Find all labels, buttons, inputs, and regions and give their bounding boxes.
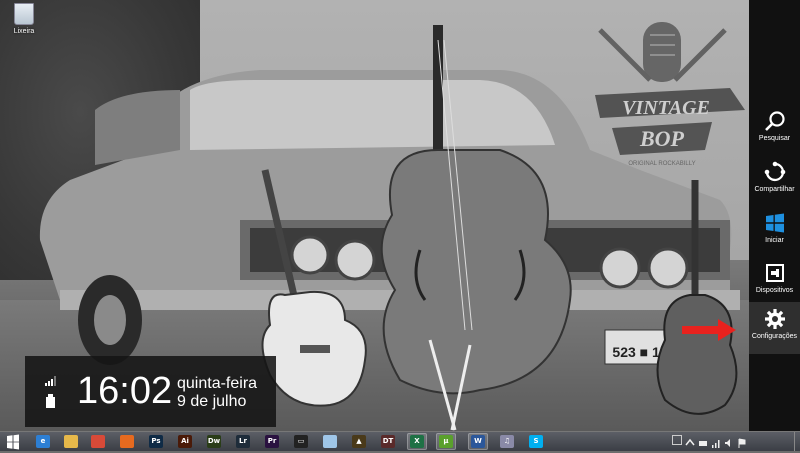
logo-sub: ORIGINAL ROCKABILLY [628,161,695,167]
desktop-icon-recycle-bin[interactable]: Lixeira [8,3,40,35]
photoshop-icon: Ps [149,435,163,448]
taskbar-app-itunes[interactable]: ♫ [497,433,517,450]
file-explorer-icon [64,435,78,448]
charm-share-label: Compartilhar [754,186,795,193]
tray-network-icon[interactable] [711,435,721,448]
taskbar-app-excel[interactable]: X [407,433,427,450]
taskbar-app-lightroom[interactable]: Lr [233,433,253,450]
tray-grid-icon[interactable] [672,435,682,445]
taskbar-app-file-explorer[interactable] [61,433,81,450]
taskbar-app-internet-explorer[interactable]: e [33,433,53,450]
logo-line2: BOP [639,126,685,151]
firefox-icon [120,435,134,448]
media-player-icon: ▭ [294,435,308,448]
taskbar-app-word[interactable]: W [468,433,488,450]
skype-icon: S [529,435,543,448]
premiere-icon: Pr [265,435,279,448]
show-desktop-button[interactable] [794,432,800,451]
desktop-icon-label: Lixeira [13,28,35,35]
itunes-icon: ♫ [500,435,514,448]
red-pointer-arrow-icon [682,319,736,341]
recycle-bin-icon [14,3,34,25]
taskbar-app-notepad[interactable] [320,433,340,450]
charm-devices[interactable]: Dispositivos [749,256,800,308]
taskbar-app-premiere[interactable]: Pr [262,433,282,450]
excel-icon: X [410,435,424,448]
battery-plug-icon [46,394,55,408]
charm-start[interactable]: Iniciar [749,206,800,258]
taskbar: e Ps Ai Dw Lr Pr ▭ ▲ DT Xµ W ♫ S [0,431,800,451]
settings-gear-icon [764,309,785,329]
tray-flag-icon[interactable] [737,435,747,448]
taskbar-app-utorrent[interactable]: µ [436,433,456,450]
utorrent-icon: µ [439,435,453,448]
dreamweaver-icon: Dw [207,435,221,448]
internet-explorer-icon: e [36,435,50,448]
notepad-icon [323,435,337,448]
vlc-icon: ▲ [352,435,366,448]
charm-settings[interactable]: Configurações [749,302,800,354]
charm-search[interactable]: Pesquisar [749,104,800,156]
google-chrome-icon [91,435,105,448]
charm-start-label: Iniciar [765,237,784,244]
word-icon: W [471,435,485,448]
charm-share[interactable]: Compartilhar [749,155,800,207]
network-signal-icon [45,376,56,386]
taskbar-app-google-chrome[interactable] [88,433,108,450]
charms-bar: Pesquisar Compartilhar Iniciar Dispositi… [749,0,800,431]
taskbar-app-skype[interactable]: S [526,433,546,450]
logo-line1: VINTAGE [622,97,710,119]
charm-settings-label: Configurações [751,333,798,340]
windows-start-icon [765,213,784,233]
taskbar-app-firefox[interactable] [117,433,137,450]
lock-clock-panel: 16:02 quinta-feira 9 de julho [25,356,276,427]
share-icon [764,161,785,182]
windows-logo-icon[interactable] [2,434,24,450]
lightroom-icon: Lr [236,435,250,448]
taskbar-app-dreamweaver[interactable]: Dw [204,433,224,450]
clock-day: quinta-feira [177,375,258,392]
taskbar-app-vlc[interactable]: ▲ [349,433,369,450]
taskbar-app-media-player[interactable]: ▭ [291,433,311,450]
tray-volume-icon[interactable] [724,435,734,447]
daemon-tools-icon: DT [381,435,395,448]
clock-date: 9 de julho [177,393,247,410]
charm-devices-label: Dispositivos [755,287,794,294]
taskbar-app-daemon-tools[interactable]: DT [378,433,398,450]
taskbar-app-photoshop[interactable]: Ps [146,433,166,450]
search-icon [764,111,785,131]
tray-battery-icon[interactable] [698,435,708,446]
devices-icon [765,264,784,282]
taskbar-app-illustrator[interactable]: Ai [175,433,195,450]
tray-up-arrow-icon[interactable] [685,435,695,446]
illustrator-icon: Ai [178,435,192,448]
clock-time: 16:02 [77,370,173,412]
charm-search-label: Pesquisar [758,135,791,142]
